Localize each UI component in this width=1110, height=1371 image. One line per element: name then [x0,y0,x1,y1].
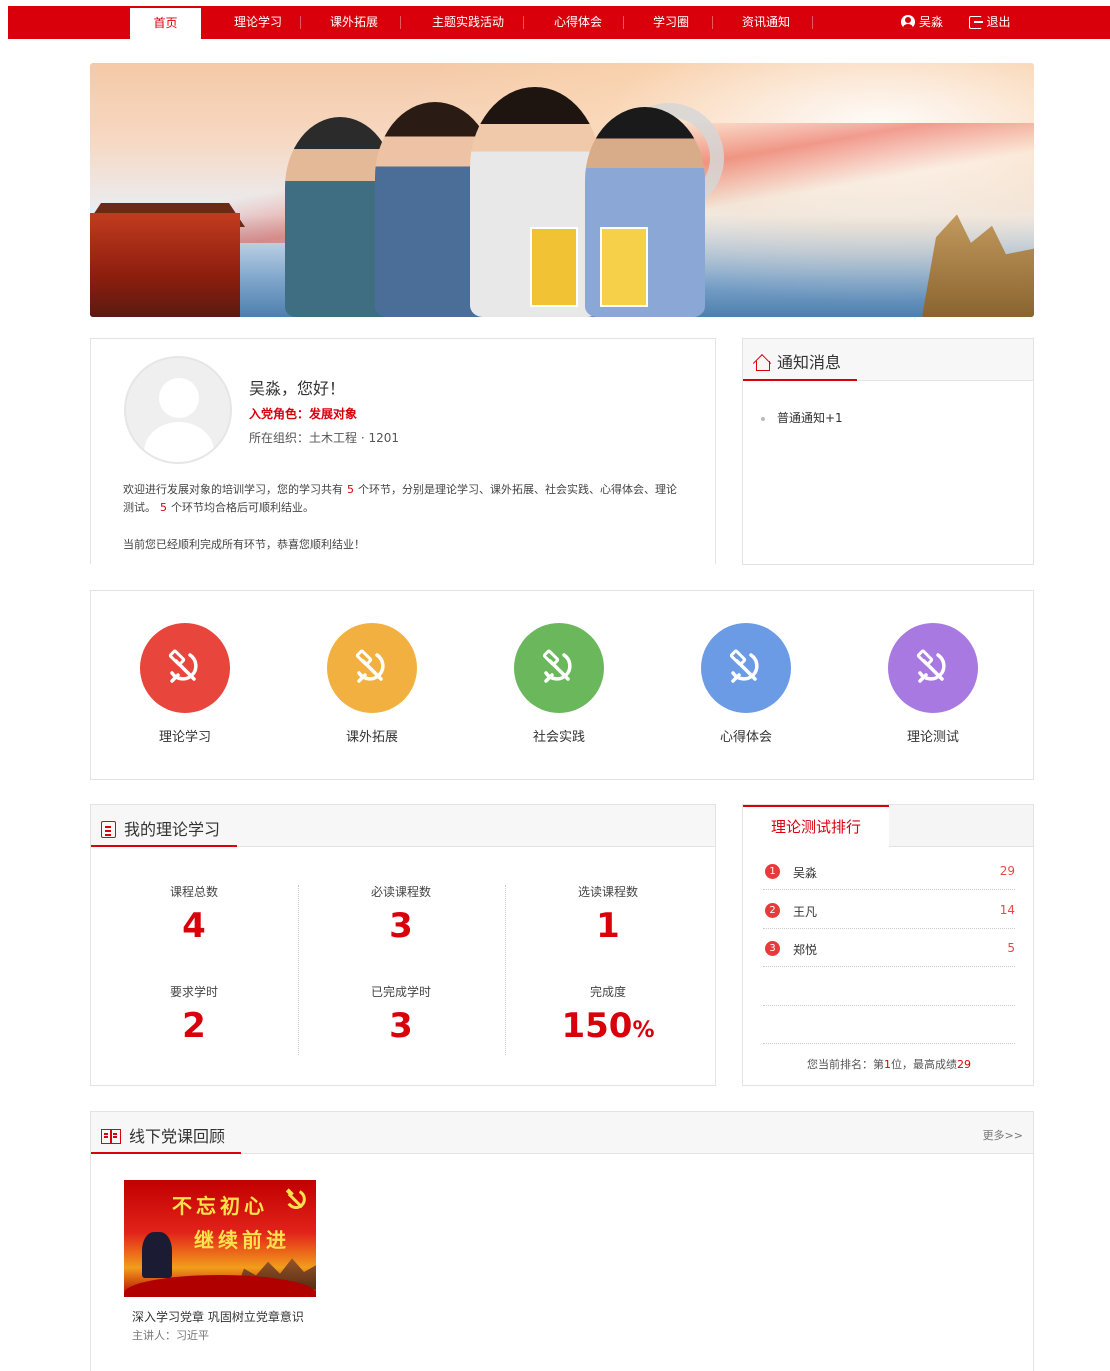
more-link[interactable]: 更多>> [983,1127,1023,1143]
module-label: 社会实践 [532,730,585,745]
my-study-panel: 我的理论学习 课程总数 4 必读课程数 3 选读课程数 1 要求学时 2 已完成学时 3 … [90,804,716,1086]
notice-item[interactable]: 普通通知+1 [761,409,843,426]
nav-study-circle[interactable]: 学习圈 [636,6,706,39]
module-label: 理论测试 [906,730,959,745]
module-experience[interactable]: 心得体会 [701,623,791,745]
study-title: 我的理论学习 [101,816,228,840]
course-speaker: 主讲人：习近平 [132,1329,209,1342]
nav-extracurricular[interactable]: 课外拓展 [314,6,394,39]
nav-separator [712,16,713,29]
greeting-text: 吴淼，您好！ [249,379,346,398]
profile-card: 吴淼，您好！ 入党角色：发展对象 所在组织：土木工程 · 1201 欢迎进行发展… [90,338,716,564]
rank-row: 2 王凡 14 [763,891,1015,929]
module-shortcuts: 理论学习 课外拓展 社会实践 心得体会 理论测试 [90,590,1034,780]
notice-title: 通知消息 [753,349,849,373]
nav-experience[interactable]: 心得体会 [536,6,620,39]
rank-row-empty [763,1006,1015,1044]
nav-news[interactable]: 资讯通知 [724,6,808,39]
module-circle [327,623,417,713]
hammer-sickle-icon [285,1188,306,1209]
hammer-sickle-icon [355,649,385,683]
top-nav-bar: 首页 理论学习 课外拓展 主题实践活动 心得体会 学习圈 资讯通知 吴淼 退出 [8,6,1110,39]
nav-theme-practice[interactable]: 主题实践活动 [413,6,523,39]
my-rank-summary: 您当前排名：第1位，最高成绩29 [807,1058,971,1071]
module-extracurricular[interactable]: 课外拓展 [327,623,417,745]
module-social-practice[interactable]: 社会实践 [514,623,604,745]
logout-icon [969,16,984,29]
nav-separator [523,16,524,29]
course-thumbnail[interactable]: 不忘初心 继续前进 [124,1180,316,1297]
module-theory-test[interactable]: 理论测试 [888,623,978,745]
logout-button[interactable]: 退出 [960,6,1020,39]
stat-elective-courses: 选读课程数 1 [577,885,638,946]
module-circle [514,623,604,713]
nav-home[interactable]: 首页 [130,8,201,39]
nav-separator [300,16,301,29]
rank-row: 1 吴淼 29 [763,852,1015,890]
logout-label: 退出 [986,15,1011,29]
module-label: 心得体会 [719,730,772,745]
completion-message: 当前您已经顺利完成所有环节，恭喜您顺利结业！ [123,538,365,551]
nav-separator [623,16,624,29]
nav-separator [812,16,813,29]
test-ranking-panel: 理论测试排行 1 吴淼 29 2 王凡 14 3 郑悦 5 您当前排名：第1位，最高成绩29 [742,804,1034,1086]
home-icon [753,354,771,371]
module-circle [140,623,230,713]
module-circle [701,623,791,713]
module-label: 课外拓展 [345,730,398,745]
rank-row: 3 郑悦 5 [763,929,1015,967]
offline-class-panel: 线下党课回顾 更多>> 不忘初心 继续前进 深入学习党章 巩固树立党章意识 主讲… [90,1111,1034,1371]
stat-total-courses: 课程总数 4 [169,885,218,946]
nav-user-name: 吴淼 [918,15,943,29]
rank-row-empty [763,968,1015,1006]
nav-user[interactable]: 吴淼 [892,6,952,39]
offline-title: 线下党课回顾 [101,1123,233,1147]
user-icon [900,15,915,29]
party-role: 入党角色：发展对象 [249,407,358,421]
stat-required-courses: 必读课程数 3 [370,885,431,946]
tiananmen-graphic [90,213,240,317]
stat-completion-rate: 完成度 150% [561,985,655,1046]
nav-separator [400,16,401,29]
hammer-sickle-icon [916,649,946,683]
notice-panel: 通知消息 普通通知+1 [742,338,1034,565]
book-graphic [600,227,648,307]
avatar [124,356,232,464]
stat-required-hours: 要求学时 2 [169,985,218,1046]
module-label: 理论学习 [158,730,211,745]
hammer-sickle-icon [729,649,759,683]
module-circle [888,623,978,713]
training-intro: 欢迎进行发展对象的培训学习，您的学习共有 5 个环节，分别是理论学习、课外拓展、社会… [123,483,677,514]
nav-theory-study[interactable]: 理论学习 [218,6,298,39]
course-title[interactable]: 深入学习党章 巩固树立党章意识 [132,1308,304,1325]
book-graphic [530,227,578,307]
organization: 所在组织：土木工程 · 1201 [249,431,399,445]
module-theory-study[interactable]: 理论学习 [140,623,230,745]
hammer-sickle-icon [168,649,198,683]
book-icon [101,1129,121,1144]
hero-banner [90,63,1034,317]
hammer-sickle-icon [542,649,572,683]
stat-completed-hours: 已完成学时 3 [370,985,431,1046]
tab-test-ranking[interactable]: 理论测试排行 [743,805,889,848]
document-icon [101,821,116,838]
